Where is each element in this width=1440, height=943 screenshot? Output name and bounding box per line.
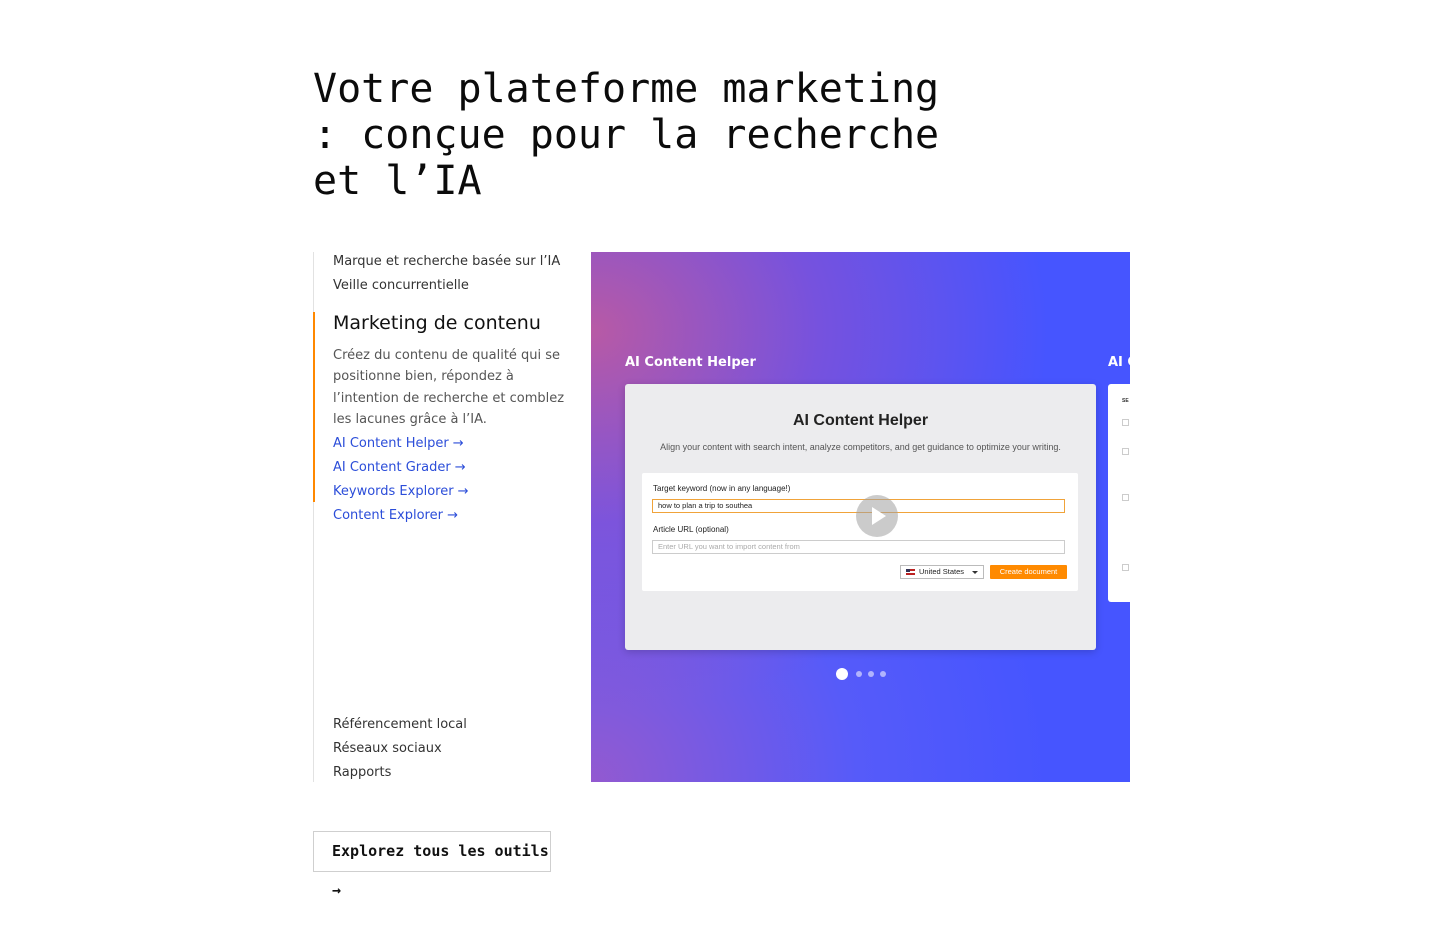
carousel-dot-3[interactable] xyxy=(868,671,874,677)
caret-down-icon xyxy=(972,571,978,574)
explore-all-tools-button[interactable]: Explorez tous les outils → xyxy=(313,831,551,899)
checkbox-icon xyxy=(1122,448,1129,455)
link-ai-content-helper[interactable]: AI Content Helper → xyxy=(333,436,464,451)
screenshot-form: Target keyword (now in any language!) ho… xyxy=(642,473,1078,591)
nav-item-competitive-intelligence[interactable]: Veille concurrentielle xyxy=(333,278,469,293)
country-value: United States xyxy=(919,567,965,576)
ai-content-helper-screenshot[interactable]: AI Content Helper Align your content wit… xyxy=(625,384,1096,650)
screenshot-title: AI Content Helper xyxy=(792,412,929,429)
nav-active-description: Créez du contenu de qualité qui se posit… xyxy=(333,348,565,427)
nav-item-local-seo[interactable]: Référencement local xyxy=(333,717,467,732)
slide-label: AI Content Helper xyxy=(625,355,756,370)
nav-active-title[interactable]: Marketing de contenu xyxy=(333,312,541,334)
keyword-label: Target keyword (now in any language!) xyxy=(653,484,791,493)
nav-item-content-marketing: Marketing de contenu Créez du contenu de… xyxy=(313,312,570,523)
link-content-explorer[interactable]: Content Explorer → xyxy=(333,508,458,523)
checkbox-icon xyxy=(1122,419,1129,426)
carousel-dot-1[interactable] xyxy=(836,668,848,680)
page-title: Votre plateforme marketing : conçue pour… xyxy=(313,66,940,204)
feature-carousel: AI Content Helper AI C AI Content Helper… xyxy=(591,252,1130,782)
next-slide-header: SE xyxy=(1122,398,1129,404)
product-nav: Marque et recherche basée sur l’IA Veill… xyxy=(313,252,574,782)
link-keywords-explorer[interactable]: Keywords Explorer → xyxy=(333,484,469,499)
nav-item-social-media[interactable]: Réseaux sociaux xyxy=(333,741,442,756)
link-ai-content-grader[interactable]: AI Content Grader → xyxy=(333,460,466,475)
country-select: United States xyxy=(900,565,984,579)
create-document-button: Create document xyxy=(990,565,1067,579)
next-slide-label: AI C xyxy=(1108,355,1130,370)
checkbox-icon xyxy=(1122,494,1129,501)
next-slide-screenshot[interactable]: SE xyxy=(1108,384,1130,602)
play-icon[interactable] xyxy=(856,495,898,537)
checkbox-icon xyxy=(1122,564,1129,571)
url-label: Article URL (optional) xyxy=(653,525,729,534)
nav-item-reports[interactable]: Rapports xyxy=(333,765,391,780)
url-field: Enter URL you want to import content fro… xyxy=(652,540,1065,554)
screenshot-subtitle: Align your content with search intent, a… xyxy=(660,442,1061,452)
us-flag-icon xyxy=(906,569,915,575)
carousel-dot-2[interactable] xyxy=(856,671,862,677)
carousel-dot-4[interactable] xyxy=(880,671,886,677)
nav-item-ai-brand-search[interactable]: Marque et recherche basée sur l’IA xyxy=(333,254,560,269)
